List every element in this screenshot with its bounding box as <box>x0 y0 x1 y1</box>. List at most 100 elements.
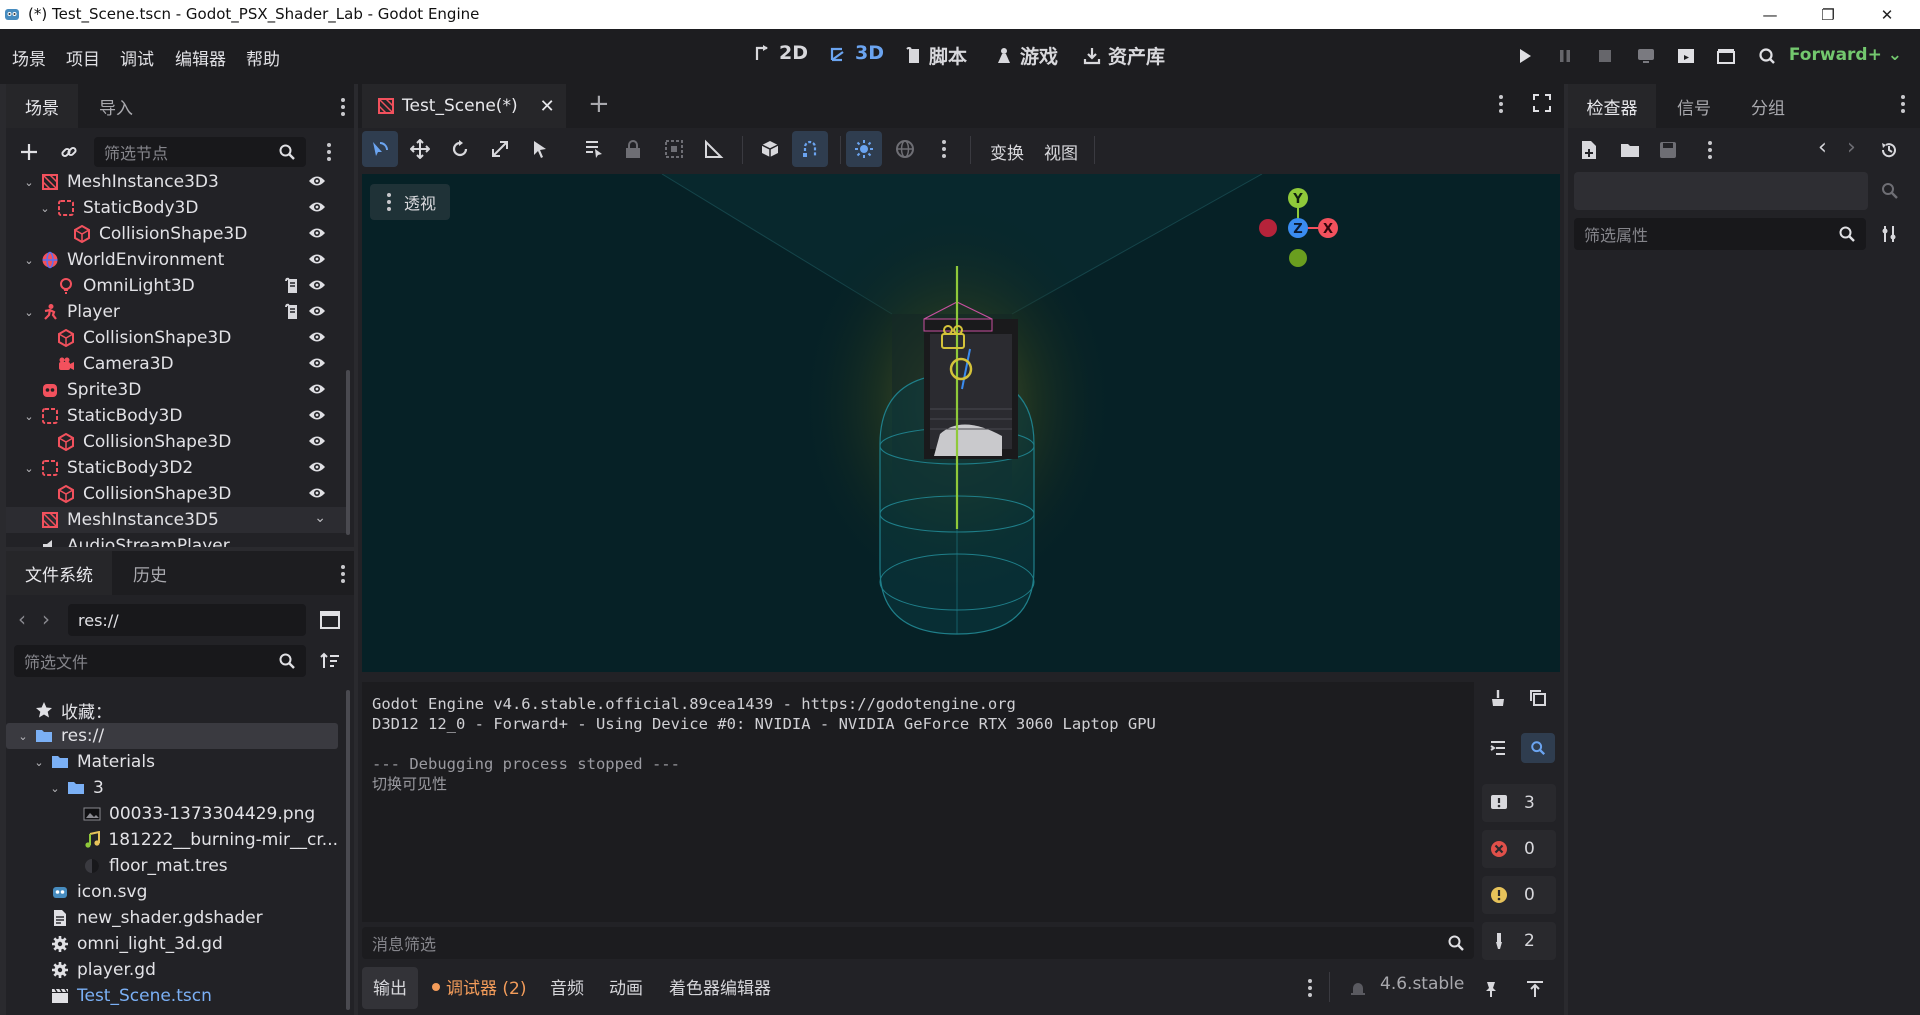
scene-tabs-menu-icon[interactable] <box>1498 95 1504 113</box>
resource-menu-icon[interactable] <box>1707 141 1713 159</box>
group-icon[interactable] <box>664 139 684 159</box>
visibility-eye-icon[interactable] <box>308 304 326 318</box>
snap-button[interactable] <box>792 131 828 167</box>
path-field[interactable]: res:// <box>68 604 306 636</box>
filter-properties-input[interactable]: 筛选属性 <box>1574 218 1866 250</box>
movie-maker-button[interactable] <box>1753 43 1781 69</box>
select-mode-button[interactable] <box>362 131 398 167</box>
chevron-down-icon[interactable]: ⌄ <box>16 730 30 743</box>
run-specific-scene-button[interactable] <box>1712 43 1740 69</box>
scale-icon[interactable] <box>490 139 510 159</box>
preview-sun-button[interactable] <box>846 131 882 167</box>
transform-menu[interactable]: 变换 <box>990 139 1024 164</box>
scene-tree-node[interactable]: CollisionShape3D <box>6 325 346 351</box>
lock-icon[interactable] <box>624 139 642 159</box>
chevron-down-icon[interactable]: ⌄ <box>48 782 62 795</box>
scene-tree-node[interactable]: Sprite3D <box>6 377 346 403</box>
file-tree-item[interactable]: 00033-1373304429.png <box>6 801 338 827</box>
scene-dock-menu-icon[interactable] <box>340 98 346 116</box>
warnings-filter-button[interactable]: 0 <box>1482 876 1556 914</box>
visibility-eye-icon[interactable] <box>308 382 326 396</box>
save-icon[interactable] <box>1659 141 1677 159</box>
file-tree-item[interactable]: icon.svg <box>6 879 338 905</box>
pin-icon[interactable] <box>1482 980 1500 998</box>
scene-tree-node[interactable]: ⌄ Player <box>6 299 346 325</box>
expand-panel-icon[interactable] <box>1526 980 1544 998</box>
tab-debugger[interactable]: 调试器 (2) <box>446 974 526 999</box>
script-attached-icon[interactable] <box>284 303 300 321</box>
workspace-game[interactable]: 游戏 <box>995 42 1058 69</box>
tools-icon[interactable] <box>1880 225 1898 243</box>
file-tree-item[interactable]: ⌄ 3 <box>6 775 338 801</box>
scene-tree-node[interactable]: OmniLight3D <box>6 273 346 299</box>
link-icon[interactable] <box>60 143 78 161</box>
menu-debug[interactable]: 调试 <box>120 45 154 70</box>
tab-test-scene[interactable]: Test_Scene(*) ✕ <box>362 84 566 128</box>
copy-output-icon[interactable] <box>1529 689 1547 707</box>
visibility-eye-icon[interactable] <box>308 200 326 214</box>
perspective-menu-button[interactable]: 透视 <box>370 184 450 220</box>
notification-bell-icon[interactable] <box>1349 980 1367 998</box>
view-menu[interactable]: 视图 <box>1044 139 1078 164</box>
visibility-eye-icon[interactable] <box>308 434 326 448</box>
tab-inspector[interactable]: 检查器 <box>1568 84 1656 128</box>
scene-tree-node[interactable]: AudioStreamPlayer <box>6 533 346 547</box>
file-tree-item[interactable]: floor_mat.tres <box>6 853 338 879</box>
object-search-icon[interactable] <box>1880 181 1900 201</box>
file-tree-item[interactable]: player.gd <box>6 957 338 983</box>
tab-audio[interactable]: 音频 <box>550 974 584 999</box>
output-log[interactable]: Godot Engine v4.6.stable.official.89cea1… <box>362 682 1474 922</box>
add-tab-icon[interactable]: + <box>588 89 610 119</box>
object-path-field[interactable] <box>1574 172 1868 210</box>
new-resource-icon[interactable] <box>1580 140 1598 160</box>
chevron-down-icon[interactable]: ⌄ <box>32 756 46 769</box>
run-current-scene-button[interactable] <box>1672 43 1700 69</box>
visibility-eye-icon[interactable] <box>308 226 326 240</box>
close-button[interactable]: ✕ <box>1864 0 1910 29</box>
chevron-down-icon[interactable]: ⌄ <box>22 462 36 475</box>
workspace-assetlib[interactable]: 资产库 <box>1083 42 1165 69</box>
filter-files-input[interactable]: 筛选文件 <box>14 645 306 677</box>
workspace-2d[interactable]: 2D <box>754 42 808 64</box>
scene-tree-node[interactable]: MeshInstance3D5 ⌄ <box>6 507 346 533</box>
history-forward-icon[interactable]: › <box>1847 135 1856 160</box>
menu-help[interactable]: 帮助 <box>246 45 280 70</box>
menu-scene[interactable]: 场景 <box>12 45 46 70</box>
pointer-icon[interactable] <box>530 139 550 159</box>
scene-tree-node[interactable]: CollisionShape3D <box>6 481 346 507</box>
stop-button[interactable] <box>1591 43 1619 69</box>
scene-tree-scrollbar[interactable] <box>346 370 350 535</box>
file-tree-scrollbar[interactable] <box>346 690 350 1010</box>
editor-messages-filter-button[interactable]: 2 <box>1482 922 1556 960</box>
scene-tree-node[interactable]: ⌄ StaticBody3D <box>6 195 346 221</box>
history-icon[interactable] <box>1880 141 1898 159</box>
3d-viewport[interactable]: 透视 Y Z X <box>362 174 1560 672</box>
visibility-eye-icon[interactable] <box>308 174 326 188</box>
script-attached-icon[interactable] <box>284 277 300 295</box>
tab-scene[interactable]: 场景 <box>6 84 78 128</box>
tab-history[interactable]: 历史 <box>114 551 186 595</box>
clear-output-icon[interactable] <box>1489 689 1507 707</box>
menu-project[interactable]: 项目 <box>66 45 100 70</box>
chevron-down-icon[interactable]: ⌄ <box>314 510 326 526</box>
visibility-eye-icon[interactable] <box>308 252 326 266</box>
tab-animation[interactable]: 动画 <box>609 974 643 999</box>
tab-filesystem[interactable]: 文件系统 <box>6 551 112 595</box>
visibility-eye-icon[interactable] <box>308 486 326 500</box>
scene-tree-node[interactable]: ⌄ WorldEnvironment <box>6 247 346 273</box>
split-view-icon[interactable] <box>320 611 340 629</box>
messages-filter-button[interactable]: 3 <box>1482 784 1556 822</box>
move-icon[interactable] <box>410 139 430 159</box>
collapse-icon[interactable] <box>1489 739 1507 757</box>
menu-editor[interactable]: 编辑器 <box>175 45 226 70</box>
renderer-selector[interactable]: Forward+ ⌄ <box>1789 45 1902 65</box>
distraction-free-icon[interactable] <box>1533 94 1551 112</box>
back-icon[interactable]: ‹ <box>18 607 26 631</box>
run-project-button[interactable] <box>1511 43 1539 69</box>
minimize-button[interactable]: — <box>1747 0 1793 29</box>
close-tab-icon[interactable]: ✕ <box>540 96 555 117</box>
tab-groups[interactable]: 分组 <box>1732 84 1804 128</box>
file-tree-item[interactable]: 181222__burning-mir__cr... <box>6 827 338 853</box>
file-tree-item[interactable]: 收藏： <box>6 697 338 723</box>
scene-tree-node[interactable]: ⌄ StaticBody3D2 <box>6 455 346 481</box>
